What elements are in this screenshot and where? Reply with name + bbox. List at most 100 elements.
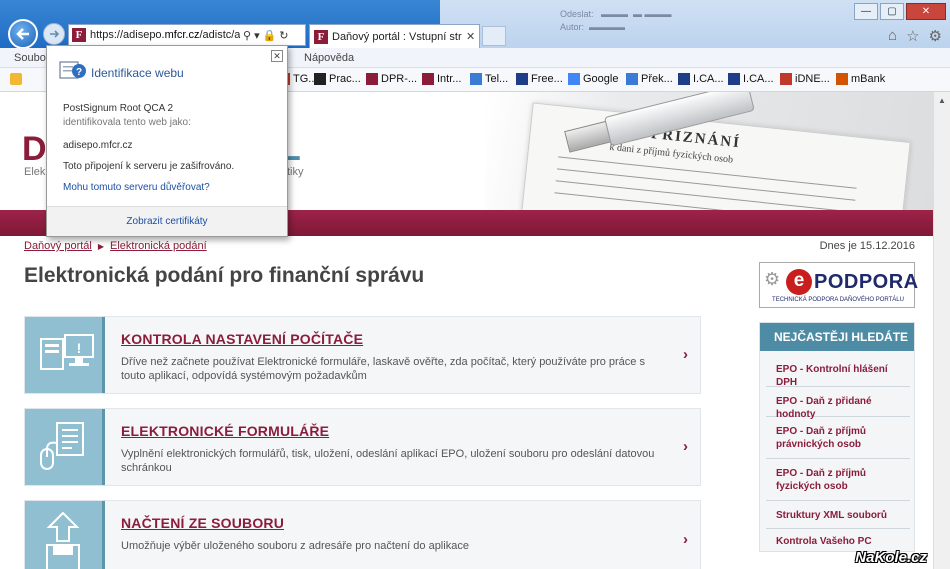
favorite-link[interactable]: Prac... [314, 73, 361, 85]
favorite-label: Google [583, 73, 619, 85]
faq-link[interactable]: EPO - Daň z příjmů právnických osob [766, 417, 910, 459]
favorite-link[interactable]: DPR-... [366, 73, 417, 85]
epodpora-logo-text: PODPORA [814, 271, 919, 293]
favorite-link[interactable]: Google [568, 73, 618, 85]
favorite-link[interactable]: Intr... [422, 73, 461, 85]
epodpora-subtitle: TECHNICKÁ PODPORA DAŇOVÉHO PORTÁLU [772, 297, 904, 303]
chevron-right-icon[interactable]: › [683, 346, 688, 363]
current-date: Dnes je 15.12.2016 [819, 240, 915, 252]
faq-link[interactable]: Struktury XML souborů [766, 501, 910, 529]
breadcrumb: Daňový portál ▶ Elektronická podání [24, 240, 207, 252]
breadcrumb-home-link[interactable]: Daňový portál [24, 240, 92, 252]
favorite-label: mBank [851, 73, 886, 85]
url-text[interactable]: https://adisepo.mfcr.cz/adistc/ad [90, 29, 240, 41]
hero-image: PŘIZNÁNÍ k dani z příjmů fyzických osob [486, 92, 933, 210]
url-prefix: https://adisepo. [90, 29, 165, 41]
dropdown-icon[interactable]: ▾ [254, 29, 260, 42]
home-icon[interactable]: ⌂ [888, 27, 897, 45]
favorite-icon [516, 73, 528, 85]
faq-link[interactable]: EPO - Daň z přidané hodnoty [766, 387, 910, 420]
new-tab-button[interactable] [482, 26, 506, 46]
favorite-icon [728, 73, 740, 85]
site-identity-popup: ✕ ? Identifikace webu PostSignum Root QC… [46, 45, 288, 237]
card-computer-check[interactable]: ! KONTROLA NASTAVENÍ POČÍTAČE Dříve než … [24, 316, 701, 394]
encryption-status: Toto připojení k serveru je zašifrováno. [63, 161, 235, 172]
scroll-up-icon[interactable]: ▲ [938, 96, 946, 105]
favorites-star-icon[interactable]: ☆ [906, 27, 919, 45]
epodpora-logo-mark: e [786, 269, 812, 295]
favorite-icon [678, 73, 690, 85]
site-favicon: F [72, 28, 86, 42]
favorite-link[interactable]: I.CA... [678, 73, 724, 85]
favorite-icon [626, 73, 638, 85]
minimize-button[interactable]: — [854, 3, 878, 20]
favorite-icon [470, 73, 482, 85]
watermark-text: NaKole.cz [855, 549, 927, 566]
favorite-icon [780, 73, 792, 85]
card-heading[interactable]: ELEKTRONICKÉ FORMULÁŘE [121, 423, 329, 439]
favorite-label: Prac... [329, 73, 361, 85]
favorites-bar-icon[interactable] [10, 73, 25, 85]
site-logo-subtitle-right: tiky [287, 166, 304, 178]
url-suffix: /adistc/ad [199, 29, 240, 41]
lock-icon[interactable]: 🔒 [263, 29, 277, 42]
back-arrow-icon [16, 28, 29, 40]
favorite-label: Free... [531, 73, 563, 85]
search-icon[interactable]: ⚲ [243, 29, 251, 42]
forward-button[interactable] [43, 23, 65, 45]
favorite-label: Tel... [485, 73, 509, 85]
tab-title: Daňový portál : Vstupní str... [332, 30, 462, 43]
tab-close-icon[interactable]: ✕ [466, 30, 475, 43]
favorite-link[interactable]: mBank [836, 73, 885, 85]
popup-title: Identifikace webu [91, 66, 184, 80]
url-domain: mfcr.cz [164, 29, 200, 41]
faq-link[interactable]: EPO - Kontrolní hlášení DPH [766, 357, 910, 388]
card-description: Vyplnění elektronických formulářů, tisk,… [121, 448, 655, 474]
certificate-issuer: PostSignum Root QCA 2 [63, 103, 174, 114]
chevron-right-icon[interactable]: › [683, 438, 688, 455]
computer-icon: ! [25, 317, 102, 393]
favorite-link[interactable]: iDNE... [780, 73, 830, 85]
menu-item-help[interactable]: Nápověda [304, 52, 354, 64]
faq-heading: NEJČASTĚJI HLEDÁTE [760, 323, 914, 351]
forward-arrow-icon [50, 30, 60, 38]
close-window-button[interactable]: ✕ [906, 3, 946, 20]
maximize-button[interactable]: ▢ [880, 3, 904, 20]
close-icon[interactable]: ✕ [271, 50, 283, 62]
card-load-from-file[interactable]: NAČTENÍ ZE SOUBORU Umožňuje výběr uložen… [24, 500, 701, 569]
favorite-link[interactable]: Free... [516, 73, 563, 85]
identified-text: identifikovala tento web jako: [63, 117, 191, 128]
menu-item-file[interactable]: Soubor [14, 52, 49, 64]
faq-link[interactable]: EPO - Daň z příjmů fyzických osob [766, 459, 910, 501]
favorite-icon [366, 73, 378, 85]
breadcrumb-current-link[interactable]: Elektronická podání [110, 240, 207, 252]
refresh-icon[interactable]: ↻ [279, 29, 288, 42]
favorite-icon [422, 73, 434, 85]
faq-sidebar: NEJČASTĚJI HLEDÁTE EPO - Kontrolní hláše… [759, 322, 915, 552]
settings-gear-icon[interactable]: ⚙ [929, 27, 942, 45]
site-logo-left[interactable]: D [22, 130, 47, 169]
favorite-icon [568, 73, 580, 85]
back-button[interactable] [8, 19, 38, 49]
favorite-link[interactable]: Přek... [626, 73, 673, 85]
browser-tab[interactable]: F Daňový portál : Vstupní str... ✕ [309, 24, 480, 48]
favorite-link[interactable]: Tel... [470, 73, 508, 85]
card-description: Umožňuje výběr uloženého souboru z adres… [121, 540, 469, 552]
chevron-right-icon[interactable]: › [683, 531, 688, 548]
view-certificates-button[interactable]: Zobrazit certifikáty [47, 206, 287, 236]
trust-server-link[interactable]: Mohu tomuto serveru důvěřovat? [63, 182, 210, 193]
card-heading[interactable]: KONTROLA NASTAVENÍ POČÍTAČE [121, 331, 363, 347]
epodpora-banner[interactable]: ⚙ e PODPORA TECHNICKÁ PODPORA DAŇOVÉHO P… [759, 262, 918, 308]
vertical-scrollbar[interactable]: ▲ [933, 92, 950, 569]
address-bar[interactable]: F https://adisepo.mfcr.cz/adistc/ad ⚲ ▾ … [68, 24, 306, 46]
gear-icon: ⚙ [764, 269, 781, 289]
card-electronic-forms[interactable]: ELEKTRONICKÉ FORMULÁŘE Vyplnění elektron… [24, 408, 701, 486]
faq-link[interactable]: Kontrola Vašeho PC [766, 529, 910, 551]
site-identity-icon: ? [59, 61, 86, 79]
page-title: Elektronická podání pro finanční správu [24, 264, 425, 287]
background-window-text: Odeslat: ▬▬▬ ▬ ▬▬▬ Autor: ▬▬▬▬ [560, 9, 672, 32]
favorite-label: Přek... [641, 73, 673, 85]
favorite-label: I.CA... [693, 73, 724, 85]
card-heading[interactable]: NAČTENÍ ZE SOUBORU [121, 515, 284, 531]
favorite-link[interactable]: I.CA... [728, 73, 774, 85]
